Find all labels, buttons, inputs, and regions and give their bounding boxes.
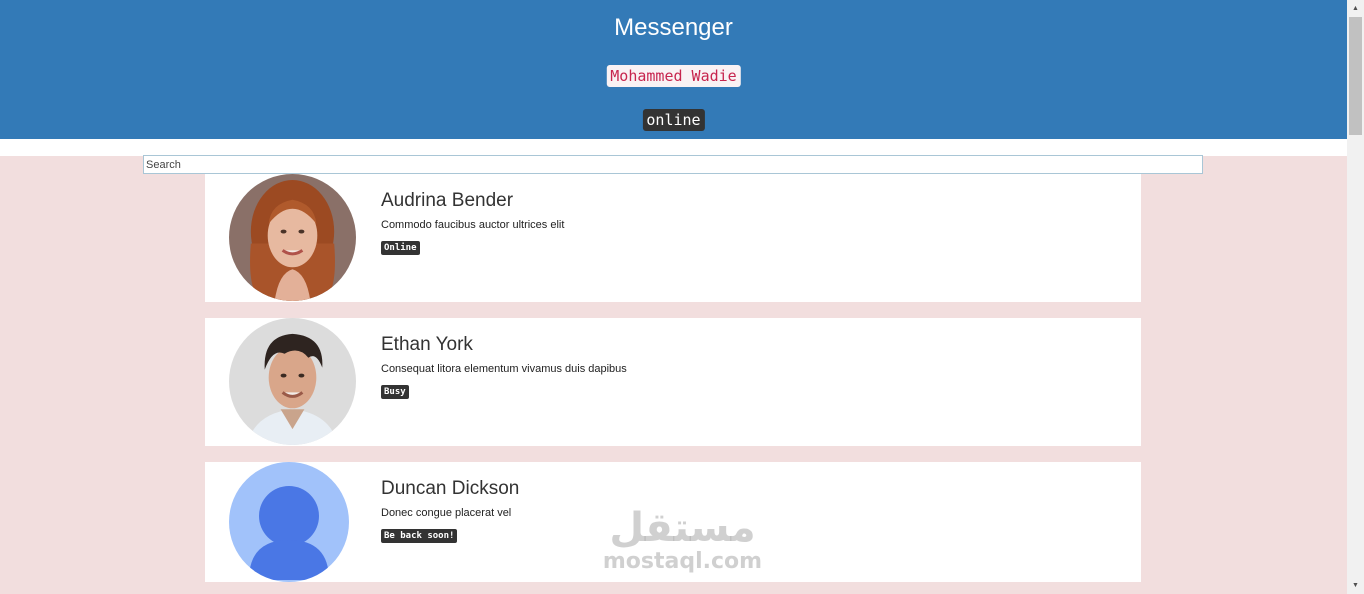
current-user-name: Mohammed Wadie (606, 65, 741, 87)
app-title: Messenger (614, 14, 733, 41)
default-user-avatar (229, 462, 349, 582)
search-input[interactable] (143, 155, 1203, 174)
scroll-down-arrow-icon[interactable]: ▼ (1347, 577, 1364, 594)
vertical-scrollbar[interactable]: ▲ ▼ (1347, 0, 1364, 594)
contact-status-badge: Online (381, 241, 420, 255)
scrollbar-thumb[interactable] (1349, 17, 1362, 135)
contact-name: Ethan York (381, 334, 473, 355)
contact-status-badge: Busy (381, 385, 409, 399)
contact-card[interactable]: Duncan Dickson Donec congue placerat vel… (205, 462, 1141, 582)
contact-last-message: Commodo faucibus auctor ultrices elit (381, 219, 565, 231)
woman-photo-avatar (229, 174, 356, 301)
contact-card[interactable]: Ethan York Consequat litora elementum vi… (205, 318, 1141, 446)
avatar-image (229, 318, 356, 445)
contact-last-message: Consequat litora elementum vivamus duis … (381, 363, 627, 375)
avatar-image (229, 174, 356, 301)
search-bar-background (0, 139, 1347, 156)
current-user-status: online (642, 109, 705, 131)
contact-card[interactable]: Audrina Bender Commodo faucibus auctor u… (205, 174, 1141, 302)
app-header: Messenger Mohammed Wadie online (0, 0, 1347, 139)
user-silhouette-icon (229, 462, 349, 582)
scroll-up-arrow-icon[interactable]: ▲ (1347, 0, 1364, 17)
contact-name: Duncan Dickson (381, 478, 520, 499)
man-photo-avatar (229, 318, 356, 445)
contact-status-badge: Be back soon! (381, 529, 458, 543)
contact-last-message: Donec congue placerat vel (381, 507, 512, 519)
contact-name: Audrina Bender (381, 190, 514, 211)
